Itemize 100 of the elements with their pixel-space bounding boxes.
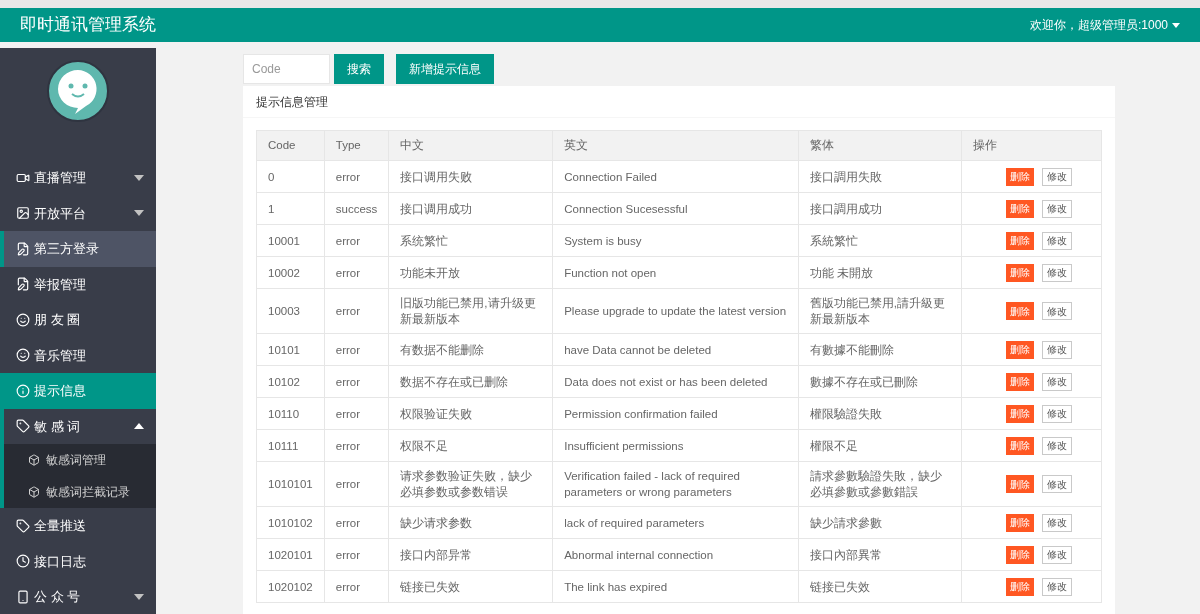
edit-button[interactable]: 修改 [1042,167,1073,186]
smile-icon [16,348,30,363]
table-cell: 數據不存在或已刪除 [798,365,961,398]
table-cell: error [324,333,389,366]
table-cell: 1 [256,192,325,225]
sidebar-item[interactable]: 举报管理 [0,266,156,302]
image-icon [16,206,30,221]
sidebar-subitem[interactable]: 敏感词管理 [4,444,156,476]
sidebar-subitem[interactable]: 敏感词拦截记录 [4,476,156,508]
edit-button[interactable]: 修改 [1042,513,1073,532]
search-button[interactable]: 搜索 [334,54,384,84]
cube-icon [28,486,40,498]
table-cell: 缺少請求參數 [798,506,961,539]
table-cell: error [324,570,389,603]
table-cell: Connection Failed [552,160,799,193]
code-search-field[interactable]: Code [243,54,330,84]
table-cell: Verification failed - lack of required parameters or wrong parameters [552,461,799,507]
table-cell: Abnormal internal connection [552,538,799,571]
sidebar-item[interactable]: 开放平台 [0,195,156,231]
table-cell: 接口內部異常 [798,538,961,571]
table-cell: error [324,506,389,539]
clock-icon [16,554,30,569]
table-cell: 接口調用成功 [798,192,961,225]
table-cell: 链接已失效 [388,570,553,603]
sidebar-item[interactable]: 全量推送 [0,508,156,544]
edit-button[interactable]: 修改 [1042,404,1073,423]
table-cell: 权限不足 [388,429,553,462]
phone-icon [16,589,30,604]
panel-title: 提示信息管理 [256,93,328,111]
table-cell: error [324,160,389,193]
edit-button[interactable]: 修改 [1042,231,1073,250]
table-cell: 10003 [256,288,325,334]
edit-button[interactable]: 修改 [1042,475,1073,493]
logo-icon [47,60,109,122]
table-cell: 有数据不能删除 [388,333,553,366]
table-cell: error [324,256,389,289]
column-header: 英文 [552,130,799,161]
table-cell: 链接已失效 [798,570,961,603]
table-cell: 有數據不能刪除 [798,333,961,366]
sidebar-item[interactable]: 音乐管理 [0,337,156,373]
edit-button[interactable]: 修改 [1042,436,1073,455]
sidebar-item[interactable]: 公 众 号 [0,579,156,614]
add-button[interactable]: 新增提示信息 [396,54,494,84]
table-cell: 接口調用失敗 [798,160,961,193]
edit-button[interactable]: 修改 [1042,302,1073,320]
edit-button[interactable]: 修改 [1042,545,1073,564]
caret-icon [1172,22,1180,28]
column-header: 中文 [388,130,553,161]
edit-icon [16,241,30,256]
table-cell: 0 [256,160,325,193]
table-cell: Permission confirmation failed [552,397,799,430]
table-cell: 请求参数验证失败，缺少必填参数或参数错误 [388,461,553,507]
table-cell: error [324,224,389,257]
edit-button[interactable]: 修改 [1042,263,1073,282]
tag-icon [16,419,30,434]
table-cell: 旧版功能已禁用,请升级更新最新版本 [388,288,553,334]
table-cell: error [324,288,389,334]
table-cell: Connection Sucesessful [552,192,799,225]
table-cell: Insufficient permissions [552,429,799,462]
column-header: Code [256,130,325,161]
table-cell: 1020101 [256,538,325,571]
table-cell: 系統繁忙 [798,224,961,257]
table-cell: 10111 [256,429,325,462]
table-cell: error [324,538,389,571]
table-cell: 接口调用成功 [388,192,553,225]
table-cell: have Data cannot be deleted [552,333,799,366]
table-cell: 系统繁忙 [388,224,553,257]
table-cell: 10002 [256,256,325,289]
sidebar-item[interactable]: 接口日志 [0,543,156,579]
table-cell: error [324,429,389,462]
table-cell: error [324,397,389,430]
table-cell: error [324,365,389,398]
table-cell: System is busy [552,224,799,257]
table-cell: error [324,461,389,507]
table-cell: 功能 未開放 [798,256,961,289]
table-cell: lack of required parameters [552,506,799,539]
table-cell: 接口内部异常 [388,538,553,571]
edit-button[interactable]: 修改 [1042,199,1073,218]
table-cell: Data does not exist or has been deleted [552,365,799,398]
table-cell: 10001 [256,224,325,257]
edit-button[interactable]: 修改 [1042,577,1073,596]
app-title: 即时通讯管理系统 [20,14,156,37]
column-header: Type [324,130,389,161]
user-menu[interactable]: 欢迎你，超级管理员:1000 [1029,16,1180,34]
sidebar-item[interactable]: 提示信息 [0,373,156,409]
sidebar-item[interactable]: 第三方登录 [0,231,156,267]
table-cell: 缺少请求参数 [388,506,553,539]
table-cell: Please upgrade to update the latest version [552,288,799,334]
table-cell: success [324,192,389,225]
table-cell: 数据不存在或已删除 [388,365,553,398]
table-cell: 權限不足 [798,429,961,462]
sidebar-item[interactable]: 直播管理 [0,160,156,196]
column-header: 操作 [961,130,1102,161]
table-cell: 請求參數驗證失敗，缺少必填參數或參數錯誤 [798,461,961,507]
edit-button[interactable]: 修改 [1042,372,1073,391]
sidebar-item[interactable]: 朋 友 圈 [0,302,156,338]
info-icon [16,383,30,398]
table-cell: 10101 [256,333,325,366]
edit-button[interactable]: 修改 [1042,340,1073,359]
table-cell: 接口调用失败 [388,160,553,193]
